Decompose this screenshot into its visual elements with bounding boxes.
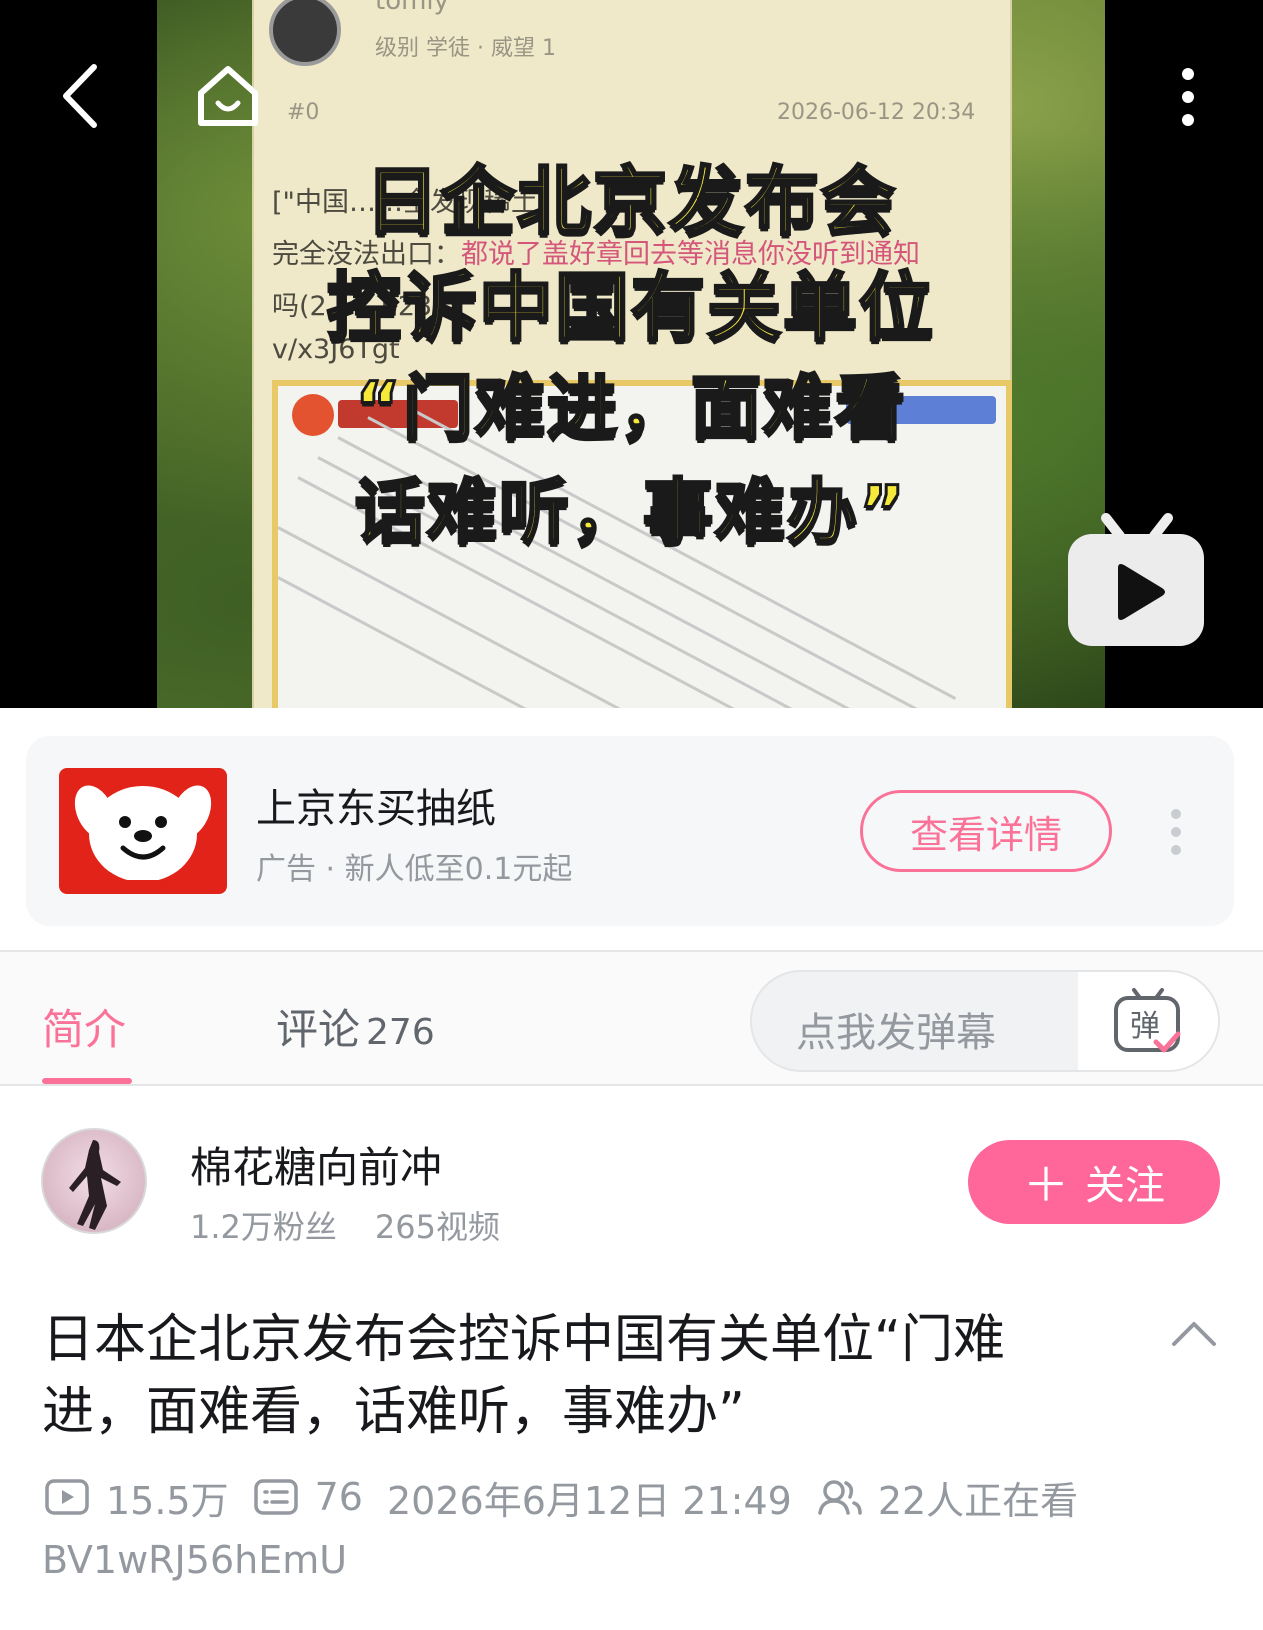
tab-intro[interactable]: 简介 xyxy=(42,996,126,1057)
video-caption-line-2: 控诉中国有关单位 xyxy=(326,264,935,353)
plus-icon: ＋ xyxy=(1023,1158,1069,1212)
vertical-dots-icon xyxy=(1182,68,1194,126)
play-button[interactable] xyxy=(1064,512,1208,652)
post-timestamp: 2026-06-12 20:34 xyxy=(777,100,976,125)
divider xyxy=(0,1084,1263,1086)
danmaku-count: 76 xyxy=(314,1475,363,1519)
comment-count: 276 xyxy=(366,1012,435,1053)
follow-button[interactable]: ＋关注 xyxy=(968,1140,1220,1224)
post-floor: #0 xyxy=(287,100,320,125)
ad-title[interactable]: 上京东买抽纸 xyxy=(256,776,496,834)
danmaku-icon: 弹 xyxy=(1114,988,1181,1053)
follower-count: 1.2万粉丝 xyxy=(190,1208,337,1246)
video-player[interactable]: tomiy 级别 学徒 · 威望 1 #0 2026-06-12 20:34 [… xyxy=(0,0,1263,708)
ad-more-button[interactable] xyxy=(1166,806,1186,858)
more-options-button[interactable] xyxy=(1168,62,1208,132)
vertical-dots-icon xyxy=(1171,809,1181,855)
danmaku-input[interactable]: 点我发弹幕 xyxy=(796,1000,996,1058)
video-caption-line-4: 话难听，事难办” xyxy=(353,470,907,555)
bvid: BV1wRJ56hEmU xyxy=(42,1538,348,1582)
danmaku-bar[interactable]: 点我发弹幕 弹 xyxy=(750,970,1220,1072)
play-count-icon xyxy=(44,1477,92,1517)
video-frame: tomiy 级别 学徒 · 威望 1 #0 2026-06-12 20:34 [… xyxy=(157,0,1105,708)
collapse-button[interactable] xyxy=(1168,1312,1220,1352)
watching-count: 22人正在看 xyxy=(877,1478,1079,1523)
back-button[interactable] xyxy=(50,58,110,134)
view-count: 15.5万 xyxy=(106,1478,229,1523)
tab-comments[interactable]: 评论 276 xyxy=(276,996,435,1057)
danmaku-toggle-button[interactable]: 弹 xyxy=(1078,972,1218,1070)
video-count: 265视频 xyxy=(374,1208,500,1246)
ad-card[interactable]: 上京东买抽纸 广告 · 新人低至0.1元起 查看详情 xyxy=(26,736,1234,926)
svg-text:弹: 弹 xyxy=(1130,1009,1160,1044)
author-stats: 1.2万粉丝 265视频 xyxy=(190,1202,500,1248)
danmaku-count-icon xyxy=(253,1477,301,1517)
chevron-left-icon xyxy=(63,64,97,128)
viewers-icon xyxy=(816,1477,864,1517)
home-icon xyxy=(198,66,258,126)
jd-logo xyxy=(59,768,227,894)
post-username: tomiy xyxy=(375,0,450,16)
ad-view-details-button[interactable]: 查看详情 xyxy=(860,790,1112,872)
video-title: 日本企北京发布会控诉中国有关单位“门难进，面难看，话难听，事难办” xyxy=(42,1310,1005,1442)
tab-bar: 简介 评论 276 点我发弹幕 弹 xyxy=(0,952,1263,1086)
video-meta: 15.5万 76 2026年6月12日 21:49 22人正在看 xyxy=(44,1472,1079,1523)
chevron-up-icon xyxy=(1172,1322,1216,1346)
video-caption-line-3: “门难进，面难看 xyxy=(353,366,907,451)
video-caption-line-1: 日企北京发布会 xyxy=(364,158,897,247)
author-avatar[interactable] xyxy=(41,1128,147,1234)
home-button[interactable] xyxy=(188,58,268,134)
post-level: 级别 学徒 · 威望 1 xyxy=(375,36,556,61)
author-name[interactable]: 棉花糖向前冲 xyxy=(190,1134,442,1195)
ad-subtitle: 广告 · 新人低至0.1元起 xyxy=(256,852,573,887)
publish-date: 2026年6月12日 21:49 xyxy=(386,1478,792,1523)
tv-play-icon xyxy=(1068,513,1204,646)
